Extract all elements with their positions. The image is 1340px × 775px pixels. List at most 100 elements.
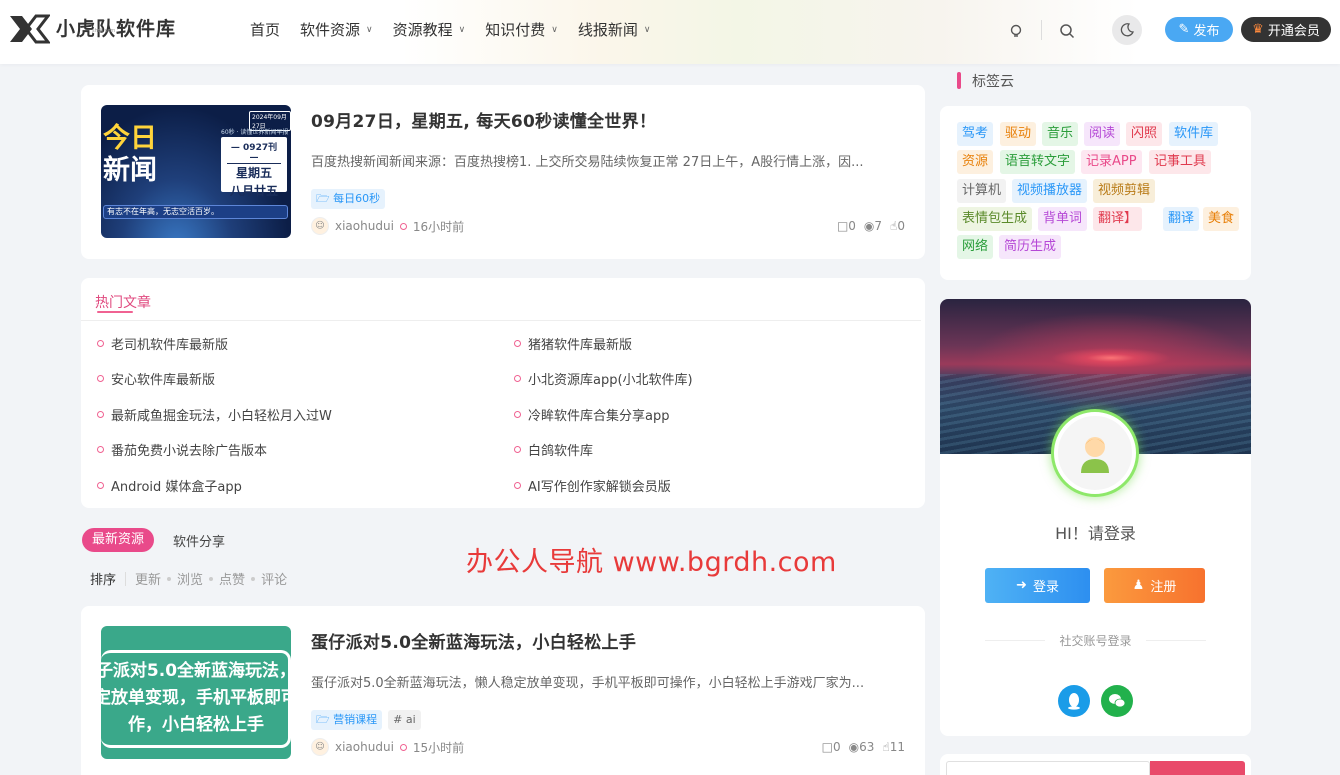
- post-title[interactable]: 09月27日，星期五, 每天60秒读懂全世界！: [311, 107, 656, 132]
- thumb-line: 作，小白轻松上手: [128, 715, 264, 735]
- register-label: 注册: [1150, 580, 1177, 595]
- hot-article-label: 最新咸鱼掘金玩法，小白轻松月入过W: [111, 409, 332, 424]
- nav-item-home[interactable]: 首页: [250, 19, 280, 41]
- post-title[interactable]: 蛋仔派对5.0全新蓝海玩法，小白轻松上手: [311, 628, 636, 653]
- tag-cloud-item[interactable]: 背单词: [1038, 207, 1088, 231]
- post-excerpt: 蛋仔派对5.0全新蓝海玩法，懒人稳定放单变现，手机平板即可操作，小白轻松上手游戏…: [311, 676, 865, 691]
- post-thumbnail[interactable]: 2024年09月27日 60秒 · 读懂世界新闻早报 今日 新闻 — 0927刊…: [101, 105, 291, 238]
- tag-cloud-item[interactable]: 计算机: [957, 179, 1007, 203]
- post-stats: □0 ◉63 ☝11: [822, 740, 905, 754]
- post-thumbnail[interactable]: 子派对5.0全新蓝海玩法， 定放单变现，手机平板即可 作，小白轻松上手: [101, 626, 291, 759]
- bullet-ring-icon: [97, 411, 104, 418]
- register-button[interactable]: ♟ 注册: [1104, 568, 1205, 603]
- category-tag[interactable]: 🗁 每日60秒: [311, 189, 386, 209]
- hot-article-item[interactable]: 冷眸软件库合集分享app: [514, 405, 669, 424]
- tab-latest-resources[interactable]: 最新资源: [82, 528, 155, 552]
- thumb-line: 子派对5.0全新蓝海玩法，: [101, 661, 291, 681]
- thumb-headline-2: 新闻: [103, 155, 157, 186]
- hot-article-item[interactable]: 安心软件库最新版: [97, 369, 215, 388]
- post-excerpt: 百度热搜新闻新闻来源：百度热搜榜1. 上交所交易陆续恢复正常 27日上午，A股行…: [311, 155, 864, 170]
- nav-item-software[interactable]: 软件资源 ∨: [300, 19, 373, 41]
- post-time: 16小时前: [412, 219, 465, 234]
- separator-dot: [399, 743, 407, 751]
- category-tag[interactable]: 🗁 营销课程: [311, 710, 383, 730]
- tag-cloud-item[interactable]: 视频播放器: [1012, 179, 1088, 203]
- comment-value: 0: [848, 219, 856, 233]
- hot-article-item[interactable]: Android 媒体盒子app: [97, 476, 242, 495]
- tab-software-share[interactable]: 软件分享: [173, 531, 225, 550]
- nav-item-paid-knowledge[interactable]: 知识付费 ∨: [485, 19, 558, 41]
- hot-article-item[interactable]: 小北资源库app(小北软件库): [514, 369, 693, 388]
- search-icon[interactable]: [1054, 18, 1080, 44]
- tag-cloud-item[interactable]: 驱动: [1000, 122, 1037, 146]
- topic-tag[interactable]: # ai: [388, 710, 421, 730]
- publish-button[interactable]: ✎ 发布: [1165, 17, 1233, 42]
- post-meta: ☺ xiaohudui 16小时前: [311, 217, 464, 235]
- tag-cloud-item[interactable]: 美食: [1203, 207, 1240, 231]
- user-icon: ♟: [1132, 578, 1145, 593]
- dark-mode-toggle[interactable]: [1112, 15, 1142, 45]
- post-time: 15小时前: [412, 740, 465, 755]
- logo-x-icon: [10, 14, 50, 44]
- thumb-headline: 今日 新闻: [103, 123, 157, 187]
- author-avatar[interactable]: ☺: [311, 217, 329, 235]
- bullet-ring-icon: [514, 340, 521, 347]
- login-button[interactable]: ➜ 登录: [985, 568, 1090, 603]
- hot-articles-title: 热门文章: [95, 295, 151, 311]
- publish-label: 发布: [1193, 24, 1220, 39]
- wechat-icon: [1109, 694, 1126, 708]
- nav-item-tutorials[interactable]: 资源教程 ∨: [393, 19, 466, 41]
- hot-article-label: 猪猪软件库最新版: [528, 338, 633, 353]
- hot-article-item[interactable]: AI写作创作家解锁会员版: [514, 476, 671, 495]
- lightbulb-icon[interactable]: [1003, 18, 1029, 44]
- hot-article-item[interactable]: 最新咸鱼掘金玩法，小白轻松月入过W: [97, 405, 332, 424]
- wechat-login-button[interactable]: [1101, 685, 1133, 717]
- tag-cloud-item[interactable]: 驾考: [957, 122, 994, 146]
- tag-cloud-item[interactable]: 翻译: [1163, 207, 1200, 231]
- comment-count: □0: [822, 740, 841, 754]
- tag-cloud-item[interactable]: 软件库: [1169, 122, 1219, 146]
- sort-option-updated[interactable]: 更新: [135, 569, 161, 588]
- open-vip-button[interactable]: ♛ 开通会员: [1241, 17, 1331, 42]
- tag-cloud-item[interactable]: 闪照: [1126, 122, 1163, 146]
- nav-label: 知识付费: [485, 21, 546, 39]
- eye-icon: ◉: [863, 219, 875, 233]
- sort-option-comments[interactable]: 评论: [261, 569, 287, 588]
- hot-article-item[interactable]: 猪猪软件库最新版: [514, 334, 632, 353]
- tag-cloud-item[interactable]: 记事工具: [1149, 150, 1212, 174]
- post-tags: 🗁 每日60秒: [311, 189, 386, 209]
- sidebar-search-card: [940, 754, 1251, 775]
- hot-article-item[interactable]: 老司机软件库最新版: [97, 334, 228, 353]
- sort-option-views[interactable]: 浏览: [177, 569, 203, 588]
- tag-cloud-item[interactable]: 记录APP: [1081, 150, 1142, 174]
- sidebar-search-input[interactable]: [946, 761, 1150, 775]
- post-meta: ☺ xiaohudui 15小时前: [311, 738, 464, 756]
- qq-login-button[interactable]: [1058, 685, 1090, 717]
- tag-cloud-item[interactable]: 简历生成: [999, 235, 1062, 259]
- tag-cloud-item[interactable]: 翻译】: [1093, 207, 1143, 231]
- author-name[interactable]: xiaohudui: [335, 219, 394, 233]
- tag-cloud-item[interactable]: 语音转文字: [1000, 150, 1076, 174]
- view-count: ◉63: [849, 740, 875, 754]
- tag-cloud-item[interactable]: 视频剪辑: [1093, 179, 1156, 203]
- tagcloud-title: 标签云: [972, 74, 1014, 90]
- nav-item-news[interactable]: 线报新闻 ∨: [578, 19, 651, 41]
- hot-article-item[interactable]: 白鸽软件库: [514, 440, 593, 459]
- sidebar-search-button[interactable]: [1150, 761, 1245, 775]
- author-name[interactable]: xiaohudui: [335, 740, 394, 754]
- sign-in-icon: ➜: [1016, 578, 1027, 593]
- sort-option-likes[interactable]: 点赞: [219, 569, 245, 588]
- tag-cloud-item[interactable]: 音乐: [1042, 122, 1079, 146]
- qq-icon: [1068, 693, 1080, 710]
- tag-cloud-item[interactable]: 网络: [957, 235, 994, 259]
- post-card[interactable]: 子派对5.0全新蓝海玩法， 定放单变现，手机平板即可 作，小白轻松上手 蛋仔派对…: [81, 606, 925, 775]
- author-avatar[interactable]: ☺: [311, 738, 329, 756]
- tag-cloud-item[interactable]: 资源: [957, 150, 994, 174]
- post-card[interactable]: 2024年09月27日 60秒 · 读懂世界新闻早报 今日 新闻 — 0927刊…: [81, 85, 925, 259]
- bullet-ring-icon: [514, 375, 521, 382]
- avatar[interactable]: [1054, 412, 1136, 494]
- tag-cloud-item[interactable]: 阅读: [1084, 122, 1121, 146]
- tag-cloud-item[interactable]: 表情包生成: [957, 207, 1033, 231]
- moon-icon: [1120, 23, 1134, 37]
- hot-article-item[interactable]: 番茄免费小说去除广告版本: [97, 440, 267, 459]
